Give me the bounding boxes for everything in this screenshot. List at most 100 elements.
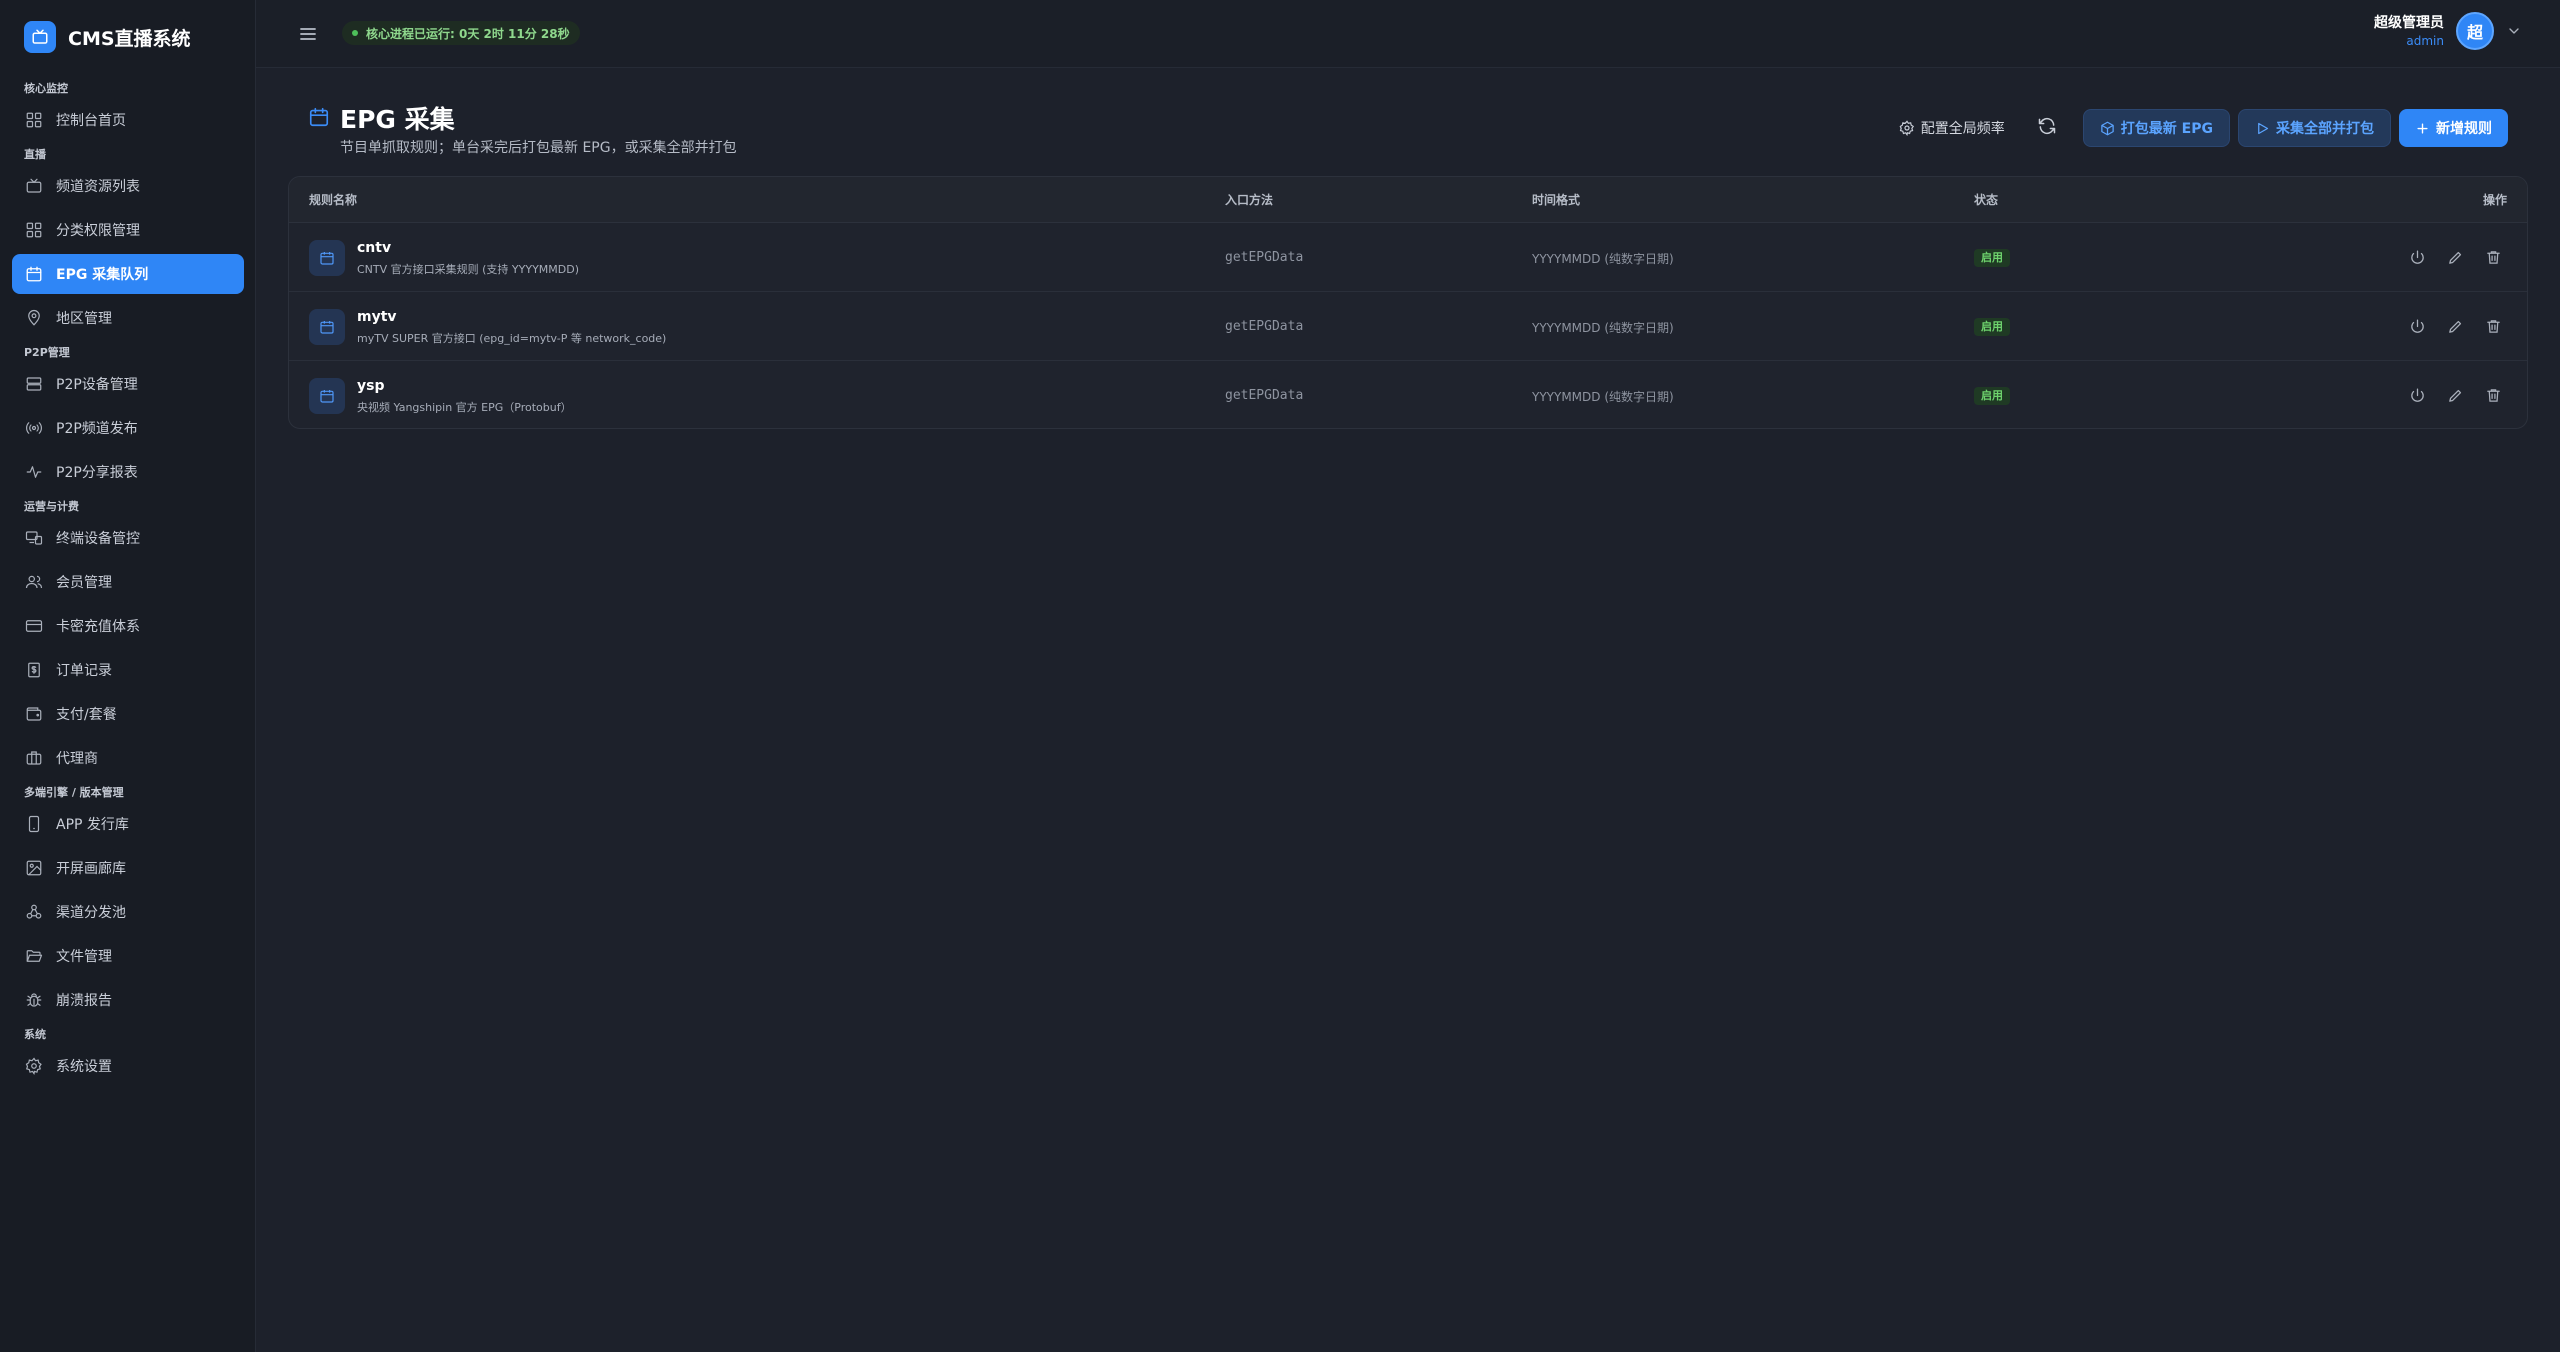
sidebar-item-app-releases[interactable]: APP 发行库 (12, 804, 244, 844)
add-rule-button[interactable]: 新增规则 (2399, 109, 2508, 147)
sidebar-item-cards[interactable]: 卡密充值体系 (12, 606, 244, 646)
table-row[interactable]: ysp 央视频 Yangshipin 官方 EPG（Protobuf） getE… (289, 361, 2527, 428)
sidebar-item-label: 代理商 (56, 751, 98, 767)
sidebar-item-terminals[interactable]: 终端设备管控 (12, 518, 244, 558)
sidebar-item-categories[interactable]: 分类权限管理 (12, 210, 244, 250)
collect-all-button[interactable]: 采集全部并打包 (2238, 109, 2391, 147)
trash-icon[interactable] (2483, 247, 2503, 267)
config-frequency-button[interactable]: 配置全局频率 (1899, 118, 2005, 138)
sidebar-item-label: 控制台首页 (56, 113, 126, 129)
sidebar-item-epg[interactable]: EPG 采集队列 (12, 254, 244, 294)
sidebar-item-splash-gallery[interactable]: 开屏画廊库 (12, 848, 244, 888)
calendar-icon (309, 240, 345, 276)
rule-description: 央视频 Yangshipin 官方 EPG（Protobuf） (357, 401, 572, 414)
sidebar-item-label: P2P分享报表 (56, 465, 138, 481)
wallet-icon (24, 704, 44, 724)
user-menu[interactable]: 超级管理员 admin 超 (2374, 12, 2522, 50)
user-name: 超级管理员 (2374, 15, 2444, 31)
page-subtitle: 节目单抓取规则；单台采完后打包最新 EPG，或采集全部并打包 (340, 140, 737, 156)
nav-section-title: 核心监控 (24, 82, 68, 95)
pack-latest-epg-button[interactable]: 打包最新 EPG (2082, 109, 2230, 147)
sidebar-item-p2p-reports[interactable]: P2P分享报表 (12, 452, 244, 492)
folder-icon (24, 946, 44, 966)
calendar-icon (24, 264, 44, 284)
users-icon (24, 572, 44, 592)
column-header-method: 入口方法 (1225, 193, 1274, 207)
status-badge: 启用 (1974, 249, 2010, 267)
table-header: 规则名称 入口方法 时间格式 状态 操作 (289, 177, 2527, 223)
power-icon[interactable] (2407, 247, 2427, 267)
card-icon (24, 616, 44, 636)
sidebar-item-agents[interactable]: 代理商 (12, 738, 244, 778)
tv-logo-icon (24, 21, 56, 53)
sidebar-item-crash-reports[interactable]: 崩溃报告 (12, 980, 244, 1020)
trash-icon[interactable] (2483, 316, 2503, 336)
nav-section-title: 系统 (24, 1028, 46, 1041)
edit-icon[interactable] (2445, 385, 2465, 405)
edit-icon[interactable] (2445, 316, 2465, 336)
add-rule-label: 新增规则 (2436, 121, 2492, 137)
trash-icon[interactable] (2483, 385, 2503, 405)
sidebar-item-label: 支付/套餐 (56, 707, 117, 723)
sidebar-item-regions[interactable]: 地区管理 (12, 298, 244, 338)
rule-method: getEPGData (1225, 250, 1304, 265)
refresh-button[interactable] (2029, 110, 2065, 146)
sidebar-item-label: 崩溃报告 (56, 993, 112, 1009)
sidebar-item-label: 卡密充值体系 (56, 619, 140, 635)
sidebar-item-label: 系统设置 (56, 1059, 112, 1075)
sidebar-item-label: 订单记录 (56, 663, 112, 679)
sidebar-item-members[interactable]: 会员管理 (12, 562, 244, 602)
rule-format: YYYYMMDD (纯数字日期) (1532, 390, 1674, 404)
column-header-format: 时间格式 (1532, 193, 1581, 207)
collect-all-label: 采集全部并打包 (2276, 121, 2374, 137)
brand[interactable]: CMS直播系统 (24, 21, 191, 53)
sidebar: CMS直播系统 核心监控 控制台首页 直播 频道资源列表 分类权限管理 EPG … (0, 0, 256, 1352)
tv-icon (24, 176, 44, 196)
user-role: admin (2406, 34, 2444, 48)
sidebar-item-label: APP 发行库 (56, 817, 129, 833)
refresh-icon (2037, 116, 2057, 140)
package-icon (2100, 121, 2115, 136)
sidebar-item-settings[interactable]: 系统设置 (12, 1046, 244, 1086)
page-actions: 配置全局频率 打包最新 EPG 采集全部并打包 新增规则 (1899, 109, 2508, 147)
edit-icon[interactable] (2445, 247, 2465, 267)
status-badge: 启用 (1974, 318, 2010, 336)
avatar[interactable]: 超 (2456, 12, 2494, 50)
bug-icon (24, 990, 44, 1010)
sidebar-item-channel-pool[interactable]: 渠道分发池 (12, 892, 244, 932)
network-icon (24, 902, 44, 922)
receipt-icon (24, 660, 44, 680)
rule-method: getEPGData (1225, 388, 1304, 403)
devices-icon (24, 528, 44, 548)
status-badge: 启用 (1974, 387, 2010, 405)
sidebar-item-channels[interactable]: 频道资源列表 (12, 166, 244, 206)
sidebar-item-p2p-publish[interactable]: P2P频道发布 (12, 408, 244, 448)
table-row[interactable]: cntv CNTV 官方接口采集规则 (支持 YYYYMMDD) getEPGD… (289, 223, 2527, 292)
sidebar-item-orders[interactable]: 订单记录 (12, 650, 244, 690)
power-icon[interactable] (2407, 385, 2427, 405)
calendar-icon (309, 378, 345, 414)
rule-format: YYYYMMDD (纯数字日期) (1532, 321, 1674, 335)
sidebar-item-label: 地区管理 (56, 311, 112, 327)
rule-format: YYYYMMDD (纯数字日期) (1532, 252, 1674, 266)
calendar-icon (308, 106, 330, 128)
menu-icon[interactable] (296, 22, 320, 46)
sidebar-item-dashboard[interactable]: 控制台首页 (12, 100, 244, 140)
uptime-badge: 核心进程已运行: 0天 2时 11分 28秒 (342, 21, 580, 45)
server-icon (24, 374, 44, 394)
image-icon (24, 858, 44, 878)
nav-section-title: 多端引擎 / 版本管理 (24, 786, 124, 799)
table-row[interactable]: mytv myTV SUPER 官方接口 (epg_id=mytv-P 等 ne… (289, 292, 2527, 361)
power-icon[interactable] (2407, 316, 2427, 336)
rule-name: cntv (357, 240, 392, 256)
chevron-down-icon[interactable] (2506, 23, 2522, 39)
sidebar-item-label: 文件管理 (56, 949, 112, 965)
rule-name: ysp (357, 378, 385, 394)
sidebar-item-label: 频道资源列表 (56, 179, 140, 195)
dashboard-icon (24, 110, 44, 130)
column-header-name: 规则名称 (309, 193, 358, 207)
sidebar-item-p2p-devices[interactable]: P2P设备管理 (12, 364, 244, 404)
row-actions (2389, 316, 2503, 336)
sidebar-item-payments[interactable]: 支付/套餐 (12, 694, 244, 734)
sidebar-item-files[interactable]: 文件管理 (12, 936, 244, 976)
